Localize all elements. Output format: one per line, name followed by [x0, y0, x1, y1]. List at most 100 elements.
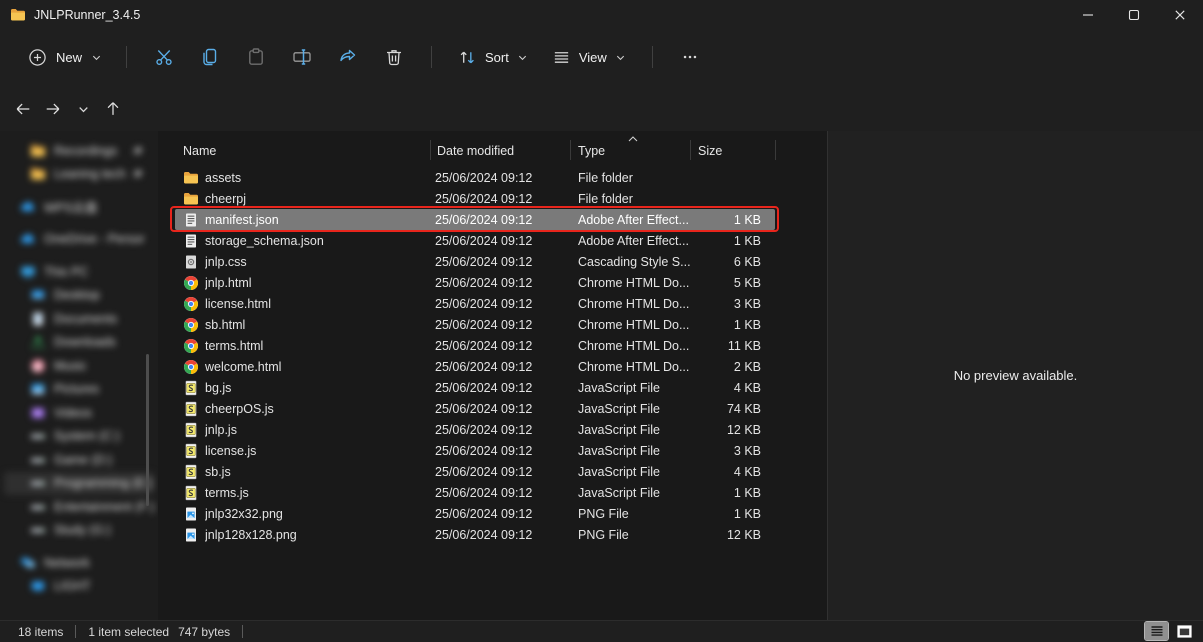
size-cell: 6 KB	[698, 255, 768, 269]
sidebar-item-wps[interactable]: WPS云盘	[4, 195, 154, 219]
sidebar-item-music[interactable]: Music	[4, 354, 154, 378]
file-name-cell: cheerpOS.js	[205, 402, 435, 416]
sidebar-item-videos[interactable]: Videos	[4, 401, 154, 425]
maximize-button[interactable]	[1111, 0, 1157, 30]
new-button[interactable]: New	[18, 39, 112, 75]
sidebar-scrollbar[interactable]	[146, 354, 149, 506]
column-separator[interactable]	[775, 140, 776, 160]
file-row-cheerpj[interactable]: cheerpj25/06/2024 09:12File folder	[175, 188, 775, 209]
file-list: Name Date modified Type Size assets25/06…	[165, 131, 827, 620]
share-button[interactable]	[325, 38, 371, 76]
sort-ascending-indicator-icon	[627, 135, 639, 143]
type-cell: JavaScript File	[578, 423, 698, 437]
date-modified-cell: 25/06/2024 09:12	[435, 507, 578, 521]
view-button[interactable]: View	[540, 39, 638, 75]
sidebar-item-network[interactable]: Network	[4, 551, 154, 575]
file-row-assets[interactable]: assets25/06/2024 09:12File folder	[175, 167, 775, 188]
sidebar-item-label: Recordings	[54, 144, 117, 158]
sidebar-item-label: Documents	[54, 312, 117, 326]
sidebar-item-this-pc[interactable]: This PC	[4, 260, 154, 284]
type-cell: File folder	[578, 171, 698, 185]
file-row-jnlp32x32-png[interactable]: jnlp32x32.png25/06/2024 09:12PNG File1 K…	[175, 503, 775, 524]
large-icons-view-toggle[interactable]	[1173, 622, 1196, 640]
forward-button[interactable]	[38, 94, 68, 124]
sidebar-item-label: LIGHT	[54, 579, 91, 593]
column-header-type[interactable]: Type	[578, 144, 605, 158]
pictures-icon	[30, 381, 46, 397]
type-cell: Cascading Style S...	[578, 255, 698, 269]
more-options-button[interactable]	[667, 38, 713, 76]
sidebar-item-leaning-tech[interactable]: Leaning tech	[4, 163, 154, 187]
size-cell: 4 KB	[698, 465, 768, 479]
type-cell: JavaScript File	[578, 402, 698, 416]
delete-button[interactable]	[371, 38, 417, 76]
sidebar-item-entertainment-f[interactable]: Entertainment (F:)	[4, 495, 154, 519]
videos-icon	[30, 405, 46, 421]
close-button[interactable]	[1157, 0, 1203, 30]
paste-button[interactable]	[233, 38, 279, 76]
pin-icon	[132, 145, 144, 157]
toolbar-separator	[431, 46, 432, 68]
status-separator	[242, 625, 243, 638]
folder-icon	[10, 7, 26, 23]
type-cell: JavaScript File	[578, 381, 698, 395]
sidebar-item-light[interactable]: LIGHT	[4, 575, 154, 599]
sidebar-item-study-g[interactable]: Study (G:)	[4, 519, 154, 543]
file-row-manifest-json[interactable]: manifest.json25/06/2024 09:12Adobe After…	[175, 209, 775, 230]
rename-button[interactable]	[279, 38, 325, 76]
file-row-terms-js[interactable]: terms.js25/06/2024 09:12JavaScript File1…	[175, 482, 775, 503]
sort-button[interactable]: Sort	[446, 39, 540, 75]
file-row-welcome-html[interactable]: welcome.html25/06/2024 09:12Chrome HTML …	[175, 356, 775, 377]
minimize-button[interactable]	[1065, 0, 1111, 30]
file-row-license-js[interactable]: license.js25/06/2024 09:12JavaScript Fil…	[175, 440, 775, 461]
column-header-size[interactable]: Size	[698, 144, 722, 158]
sidebar-item-onedrive-persor[interactable]: OneDrive - Persor	[4, 228, 154, 252]
up-button[interactable]	[98, 94, 128, 124]
column-separator[interactable]	[690, 140, 691, 160]
cut-button[interactable]	[141, 38, 187, 76]
file-row-storage-schema-json[interactable]: storage_schema.json25/06/2024 09:12Adobe…	[175, 230, 775, 251]
chevron-down-icon	[91, 52, 102, 63]
recent-locations-chevron[interactable]	[68, 94, 98, 124]
desktop-icon	[30, 287, 46, 303]
sidebar-item-system-c[interactable]: System (C:)	[4, 425, 154, 449]
date-modified-cell: 25/06/2024 09:12	[435, 528, 578, 542]
sidebar-item-game-d[interactable]: Game (D:)	[4, 448, 154, 472]
content-area: Recordings Leaning tech WPS云盘 OneDrive - Pe…	[0, 131, 1203, 620]
file-row-sb-html[interactable]: sb.html25/06/2024 09:12Chrome HTML Do...…	[175, 314, 775, 335]
file-name-cell: welcome.html	[205, 360, 435, 374]
sidebar-item-recordings[interactable]: Recordings	[4, 139, 154, 163]
js-file-icon	[183, 485, 199, 501]
date-modified-cell: 25/06/2024 09:12	[435, 444, 578, 458]
file-name-cell: jnlp128x128.png	[205, 528, 435, 542]
back-button[interactable]	[8, 94, 38, 124]
file-row-cheerpos-js[interactable]: cheerpOS.js25/06/2024 09:12JavaScript Fi…	[175, 398, 775, 419]
sidebar-item-programming-e[interactable]: Programming (E:)	[4, 472, 154, 496]
column-separator[interactable]	[430, 140, 431, 160]
column-header-date-modified[interactable]: Date modified	[437, 144, 514, 158]
file-row-jnlp-css[interactable]: jnlp.css25/06/2024 09:12Cascading Style …	[175, 251, 775, 272]
size-cell: 3 KB	[698, 297, 768, 311]
date-modified-cell: 25/06/2024 09:12	[435, 213, 578, 227]
column-separator[interactable]	[570, 140, 571, 160]
sidebar-item-downloads[interactable]: Downloads	[4, 331, 154, 355]
file-row-jnlp-html[interactable]: jnlp.html25/06/2024 09:12Chrome HTML Do.…	[175, 272, 775, 293]
copy-button[interactable]	[187, 38, 233, 76]
size-cell: 12 KB	[698, 423, 768, 437]
file-row-terms-html[interactable]: terms.html25/06/2024 09:12Chrome HTML Do…	[175, 335, 775, 356]
sidebar-list: Recordings Leaning tech WPS云盘 OneDrive - Pe…	[0, 131, 158, 598]
file-row-sb-js[interactable]: sb.js25/06/2024 09:12JavaScript File4 KB	[175, 461, 775, 482]
sidebar-item-label: WPS云盘	[44, 197, 97, 216]
js-file-icon	[183, 422, 199, 438]
sidebar-item-documents[interactable]: Documents	[4, 307, 154, 331]
file-row-license-html[interactable]: license.html25/06/2024 09:12Chrome HTML …	[175, 293, 775, 314]
file-rows: assets25/06/2024 09:12File foldercheerpj…	[175, 167, 775, 545]
column-header-name[interactable]: Name	[183, 144, 216, 158]
sidebar-item-desktop[interactable]: Desktop	[4, 284, 154, 308]
sidebar-item-pictures[interactable]: Pictures	[4, 378, 154, 402]
details-view-toggle[interactable]	[1145, 622, 1168, 640]
file-row-jnlp-js[interactable]: jnlp.js25/06/2024 09:12JavaScript File12…	[175, 419, 775, 440]
file-row-bg-js[interactable]: bg.js25/06/2024 09:12JavaScript File4 KB	[175, 377, 775, 398]
file-row-jnlp128x128-png[interactable]: jnlp128x128.png25/06/2024 09:12PNG File1…	[175, 524, 775, 545]
file-name-cell: jnlp32x32.png	[205, 507, 435, 521]
